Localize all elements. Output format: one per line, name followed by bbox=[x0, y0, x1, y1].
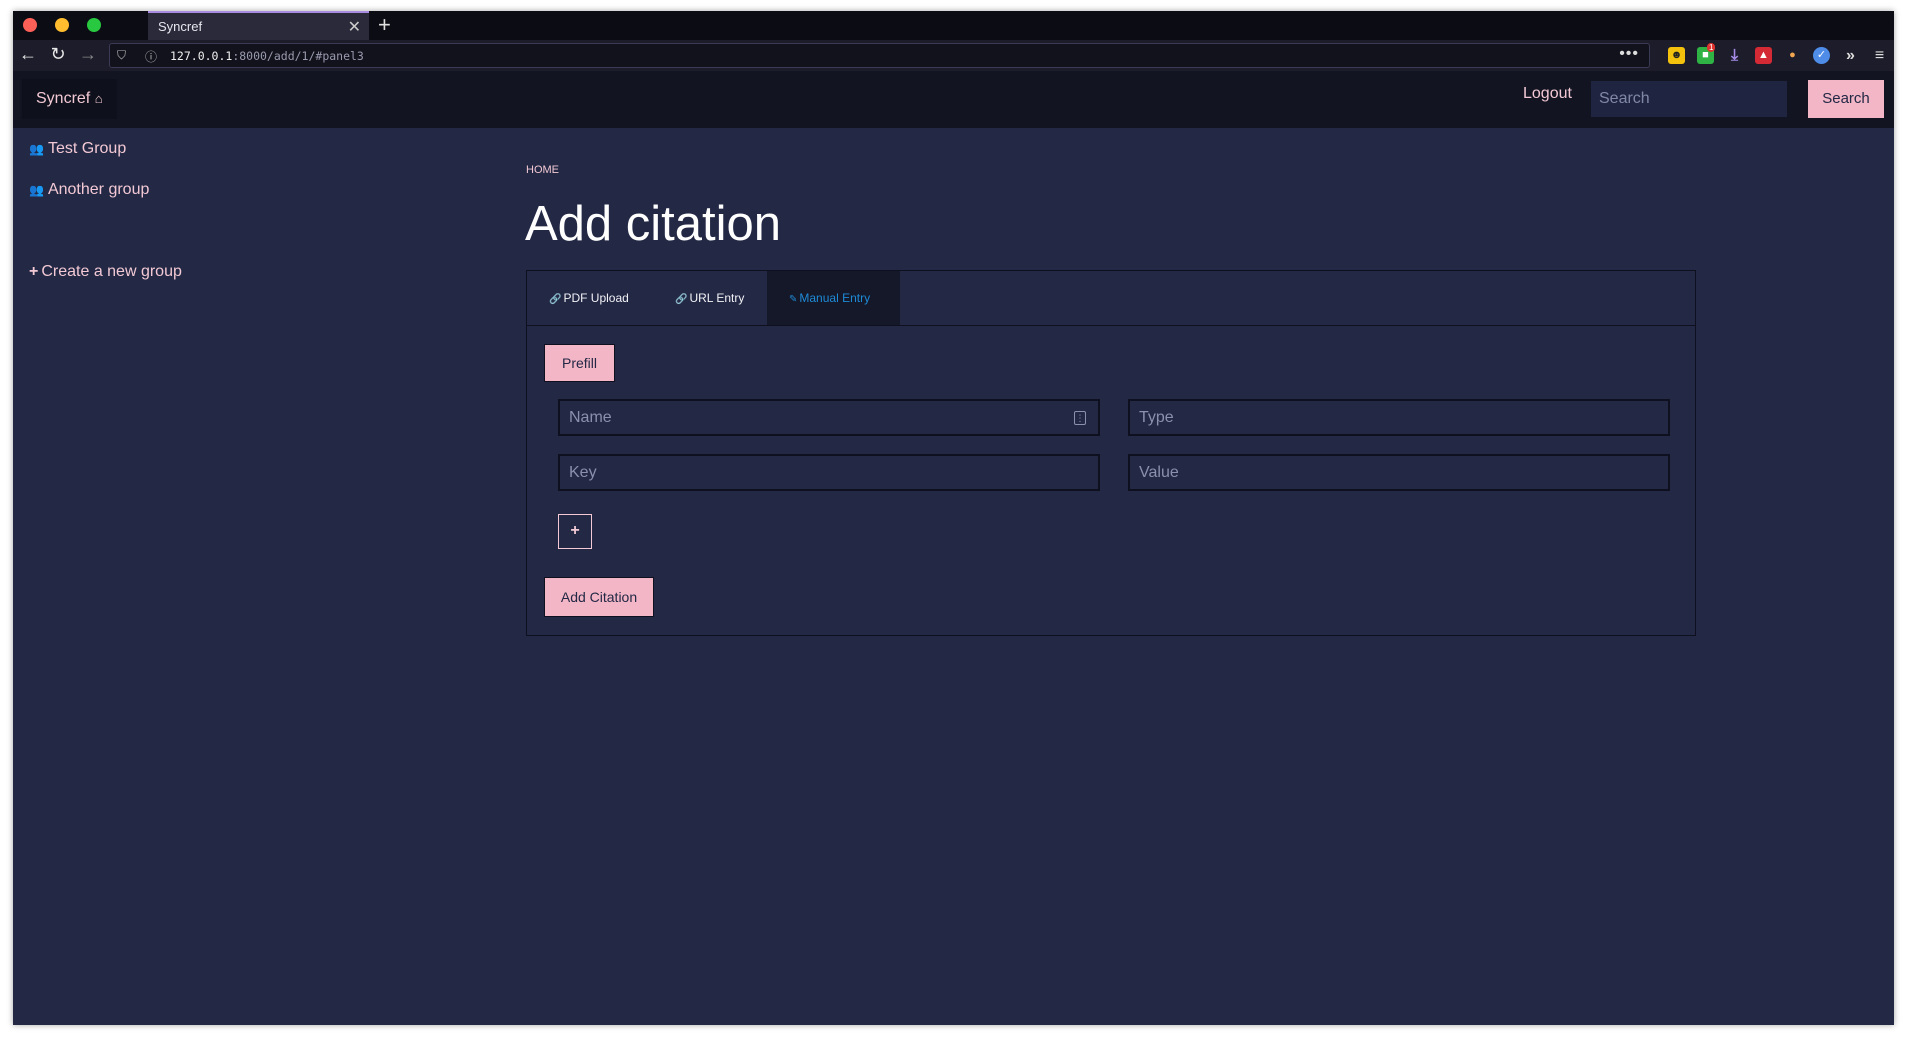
extension-cookie-icon[interactable]: ● bbox=[1784, 47, 1801, 64]
browser-window: Syncref ✕ + ← ↻ → ⛉ ⓘ 127.0.0.1:8000/add… bbox=[13, 11, 1894, 1025]
citation-panel: 🔗 PDF Upload 🔗 URL Entry ✎ Manual Entry Pre… bbox=[526, 270, 1696, 636]
forward-icon[interactable]: → bbox=[77, 44, 99, 65]
tab-url-entry[interactable]: 🔗 URL Entry bbox=[653, 271, 766, 325]
download-icon[interactable]: ⤓ bbox=[1726, 47, 1743, 64]
create-group-label: Create a new group bbox=[41, 263, 182, 280]
sidebar-item-label: Another group bbox=[47, 181, 150, 198]
home-icon: ⌂ bbox=[94, 91, 103, 106]
users-icon: 👥 bbox=[29, 183, 44, 197]
name-field[interactable]: Name ⋮ bbox=[558, 399, 1100, 436]
link-icon: 🔗 bbox=[549, 294, 562, 305]
info-icon[interactable]: ⓘ bbox=[145, 48, 157, 65]
tab-label: Manual Entry bbox=[799, 291, 871, 305]
pencil-icon: ✎ bbox=[789, 294, 798, 305]
close-window-icon[interactable] bbox=[23, 18, 37, 32]
users-icon: 👥 bbox=[29, 142, 44, 156]
maximize-window-icon[interactable] bbox=[87, 18, 101, 32]
browser-toolbar: ← ↻ → ⛉ ⓘ 127.0.0.1:8000/add/1/#panel3 •… bbox=[13, 40, 1894, 71]
key-placeholder: Key bbox=[569, 464, 597, 481]
breadcrumb[interactable]: HOME bbox=[526, 164, 559, 176]
overflow-chevron-icon[interactable]: » bbox=[1842, 47, 1859, 64]
shield-icon[interactable]: ⛉ bbox=[117, 48, 126, 63]
add-field-button[interactable]: + bbox=[558, 514, 592, 549]
entry-tabs: 🔗 PDF Upload 🔗 URL Entry ✎ Manual Entry bbox=[527, 271, 1695, 326]
search-input[interactable] bbox=[1591, 81, 1787, 117]
tab-label: PDF Upload bbox=[563, 291, 629, 305]
page-title: Add citation bbox=[525, 197, 782, 251]
link-icon: 🔗 bbox=[675, 294, 688, 305]
brand-link[interactable]: Syncref ⌂ bbox=[22, 79, 117, 119]
value-placeholder: Value bbox=[1139, 464, 1179, 481]
extension-smiley-icon[interactable]: ☻ bbox=[1668, 47, 1685, 64]
key-field[interactable]: Key bbox=[558, 454, 1100, 491]
value-field[interactable]: Value bbox=[1128, 454, 1670, 491]
minimize-window-icon[interactable] bbox=[55, 18, 69, 32]
logout-link[interactable]: Logout bbox=[1523, 85, 1572, 103]
tab-label: URL Entry bbox=[689, 291, 745, 305]
page-actions-icon[interactable]: ••• bbox=[1619, 45, 1639, 63]
reload-icon[interactable]: ↻ bbox=[47, 44, 69, 65]
url-text: 127.0.0.1:8000/add/1/#panel3 bbox=[170, 49, 364, 63]
back-icon[interactable]: ← bbox=[17, 44, 39, 65]
hamburger-menu-icon[interactable]: ≡ bbox=[1871, 47, 1888, 64]
sidebar-item-test-group[interactable]: 👥 Test Group bbox=[29, 140, 126, 158]
prefill-button[interactable]: Prefill bbox=[544, 344, 615, 382]
brand-name: Syncref bbox=[36, 90, 91, 107]
tab-strip: Syncref ✕ + bbox=[13, 11, 1894, 40]
browser-tab-title: Syncref bbox=[158, 19, 203, 34]
sidebar-item-another-group[interactable]: 👥 Another group bbox=[29, 181, 149, 199]
tab-pdf-upload[interactable]: 🔗 PDF Upload bbox=[527, 271, 651, 325]
add-citation-button[interactable]: Add Citation bbox=[544, 577, 654, 617]
plus-icon: + bbox=[29, 263, 39, 280]
contact-card-icon: ⋮ bbox=[1074, 411, 1086, 425]
create-group-link[interactable]: + Create a new group bbox=[29, 263, 182, 281]
address-bar[interactable]: ⛉ ⓘ 127.0.0.1:8000/add/1/#panel3 ••• bbox=[109, 43, 1650, 68]
extension-red-icon[interactable]: ▲ bbox=[1755, 47, 1772, 64]
type-field[interactable]: Type bbox=[1128, 399, 1670, 436]
app-header: Syncref ⌂ Logout Search bbox=[13, 71, 1894, 128]
type-placeholder: Type bbox=[1139, 409, 1174, 426]
extension-blue-icon[interactable]: ✓ bbox=[1813, 47, 1830, 64]
search-button[interactable]: Search bbox=[1808, 80, 1884, 118]
sidebar-item-label: Test Group bbox=[47, 140, 127, 157]
extension-badge: 1 bbox=[1707, 43, 1716, 52]
name-placeholder: Name bbox=[569, 409, 612, 426]
tab-manual-entry[interactable]: ✎ Manual Entry bbox=[767, 271, 900, 325]
browser-tab[interactable]: Syncref ✕ bbox=[148, 11, 369, 40]
close-tab-icon[interactable]: ✕ bbox=[348, 17, 361, 37]
new-tab-icon[interactable]: + bbox=[378, 12, 391, 38]
